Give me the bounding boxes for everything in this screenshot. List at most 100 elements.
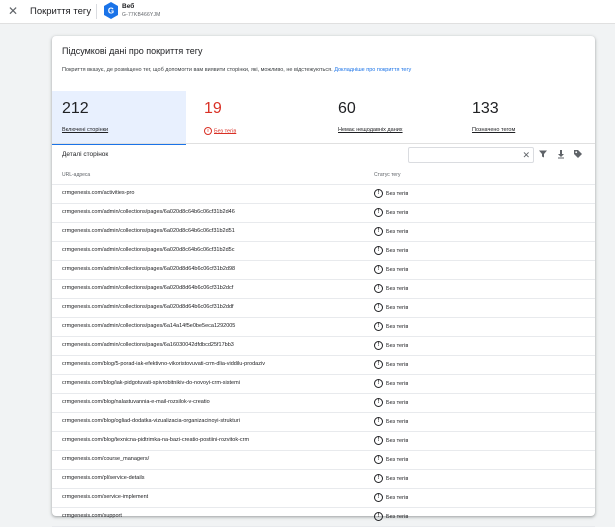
table-row[interactable]: crmgenesis.com/admin/collections/pages/6… [52, 260, 595, 279]
details-title: Деталі сторінок [62, 151, 109, 158]
description-text: Покриття вказує, де розміщено тег, щоб д… [62, 67, 333, 73]
status-text: Без тегів [386, 266, 409, 273]
exclamation-circle-icon: ! [374, 303, 383, 312]
status-text: Без тегів [386, 323, 409, 330]
table-row[interactable]: crmgenesis.com/course_managers/! Без тегі… [52, 450, 595, 469]
page-title: Покриття тегу [30, 6, 92, 17]
status-text: Без тегів [386, 342, 409, 349]
close-icon[interactable]: ✕ [8, 5, 18, 17]
table-row[interactable]: crmgenesis.com/pl/service-details! Без те… [52, 469, 595, 488]
exclamation-circle-icon: ! [374, 379, 383, 388]
status-text: Без тегів [386, 285, 409, 292]
table-row[interactable]: crmgenesis.com/admin/collections/pages/6… [52, 298, 595, 317]
filter-input[interactable]: ✕ [408, 147, 534, 163]
clear-icon[interactable]: ✕ [522, 149, 530, 161]
filter-icon[interactable] [538, 149, 548, 159]
svg-text:G: G [108, 7, 114, 16]
download-icon[interactable] [556, 149, 566, 159]
table-row[interactable]: crmgenesis.com/admin/collections/pages/6… [52, 241, 595, 260]
metric-label: Без тегів [214, 128, 237, 135]
status-text: Без тегів [386, 247, 409, 254]
table-row[interactable]: crmgenesis.com/admin/collections/pages/6… [52, 336, 595, 355]
exclamation-circle-icon: ! [374, 436, 383, 445]
table-row[interactable]: crmgenesis.com/admin/collections/pages/6… [52, 203, 595, 222]
exclamation-circle-icon: ! [374, 417, 383, 426]
row-status: ! Без тегів [374, 455, 408, 464]
table-row[interactable]: crmgenesis.com/blog/texnicna-pidtrimka-n… [52, 431, 595, 450]
table-row[interactable]: crmgenesis.com/blog/iak-pidgotuvati-spiv… [52, 374, 595, 393]
row-url: crmgenesis.com/blog/nalastuvannia-e-mail… [62, 399, 210, 405]
exclamation-circle-icon: ! [374, 455, 383, 464]
row-url: crmgenesis.com/admin/collections/pages/6… [62, 323, 236, 329]
row-status: ! Без тегів [374, 436, 408, 445]
tag-coverage-card: Підсумкові дані про покриття тегу Покрит… [52, 36, 595, 527]
table-row[interactable]: crmgenesis.com/blog/5-porad-iak-efektivn… [52, 355, 595, 374]
metric-no-recent-data[interactable]: 60 Немає нещодавніх даних [328, 91, 456, 143]
exclamation-circle-icon: ! [374, 398, 383, 407]
exclamation-circle-icon: ! [374, 322, 383, 331]
row-status: ! Без тегів [374, 398, 408, 407]
exclamation-circle-icon: ! [374, 341, 383, 350]
metric-label: Позначено тегом [472, 127, 516, 133]
table-row[interactable]: crmgenesis.com/service-implement ! Без тег… [52, 488, 595, 507]
row-status: ! Без тегів [374, 303, 408, 312]
tag-settings-icon[interactable] [573, 149, 583, 159]
row-url: crmgenesis.com/admin/collections/pages/6… [62, 247, 235, 253]
status-text: Без тегів [386, 399, 409, 406]
row-status: ! Без тегів [374, 284, 408, 293]
exclamation-circle-icon: ! [374, 512, 383, 521]
divider [52, 143, 595, 144]
table-row[interactable]: crmgenesis.com/admin/collections/pages/6… [52, 222, 595, 241]
table-row[interactable]: crmgenesis.com/admin/collections/pages/6… [52, 317, 595, 336]
row-status: ! Без тегів [374, 379, 408, 388]
card-title: Підсумкові дані про покриття тегу [62, 46, 203, 56]
learn-more-link[interactable]: Докладніше про покриття тегу [334, 67, 411, 73]
row-url: crmgenesis.com/admin/collections/pages/6… [62, 342, 234, 348]
column-header-url[interactable]: URL-адреса [62, 172, 90, 178]
metric-value: 212 [62, 100, 89, 117]
exclamation-circle-icon: ! [374, 227, 383, 236]
metric-included-pages[interactable]: 212 Включені сторінки [52, 91, 186, 145]
row-url: crmgenesis.com/service-implement [62, 494, 149, 500]
row-url: crmgenesis.com/pl/service-details [62, 475, 145, 481]
metric-label: Немає нещодавніх даних [338, 127, 403, 133]
row-url: crmgenesis.com/admin/collections/pages/6… [62, 266, 236, 272]
exclamation-circle-icon: ! [374, 360, 383, 369]
status-text: Без тегів [386, 437, 409, 444]
table-row[interactable]: crmgenesis.com/support! Без тегів [52, 507, 595, 527]
status-text: Без тегів [386, 475, 409, 482]
status-text: Без тегів [386, 456, 409, 463]
metric-tagged[interactable]: 133 Позначено тегом [462, 91, 590, 143]
table-row[interactable]: crmgenesis.com/admin/collections/pages/6… [52, 279, 595, 298]
status-text: Без тегів [386, 418, 409, 425]
table-row[interactable]: crmgenesis.com/blog/nalastuvannia-e-mail… [52, 393, 595, 412]
status-text: Без тегів [386, 228, 409, 235]
pages-table: crmgenesis.com/activities-pro! Без тегів c… [52, 184, 595, 527]
row-url: crmgenesis.com/support [62, 513, 122, 519]
row-status: ! Без тегів [374, 246, 408, 255]
google-tag-icon: G [104, 2, 118, 19]
row-status: ! Без тегів [374, 493, 408, 502]
row-status: ! Без тегів [374, 341, 408, 350]
column-header-status[interactable]: Статус тегу [374, 172, 401, 178]
row-status: ! Без тегів [374, 360, 408, 369]
exclamation-circle-icon: ! [374, 474, 383, 483]
exclamation-circle-icon: ! [374, 189, 383, 198]
status-text: Без тегів [386, 361, 409, 368]
row-url: crmgenesis.com/admin/collections/pages/6… [62, 228, 235, 234]
table-row[interactable]: crmgenesis.com/blog/ogliad-dodatka-vizua… [52, 412, 595, 431]
exclamation-circle-icon: ! [374, 493, 383, 502]
status-text: Без тегів [386, 513, 409, 520]
table-row[interactable]: crmgenesis.com/activities-pro ! Без тегів [52, 184, 595, 203]
row-url: crmgenesis.com/activities-pro [62, 190, 135, 196]
metric-value: 133 [472, 100, 499, 117]
row-url: crmgenesis.com/admin/collections/pages/6… [62, 304, 234, 310]
row-url: crmgenesis.com/blog/iak-pidgotuvati-spiv… [62, 380, 240, 386]
tag-id: G-77KB466YJM [122, 12, 161, 18]
row-url: crmgenesis.com/admin/collections/pages/6… [62, 285, 234, 291]
row-status: ! Без тегів [374, 189, 408, 198]
metric-untagged[interactable]: 19 ! Без тегів [194, 91, 322, 143]
status-text: Без тегів [386, 209, 409, 216]
metric-label: Включені сторінки [62, 127, 109, 133]
row-status: ! Без тегів [374, 474, 408, 483]
